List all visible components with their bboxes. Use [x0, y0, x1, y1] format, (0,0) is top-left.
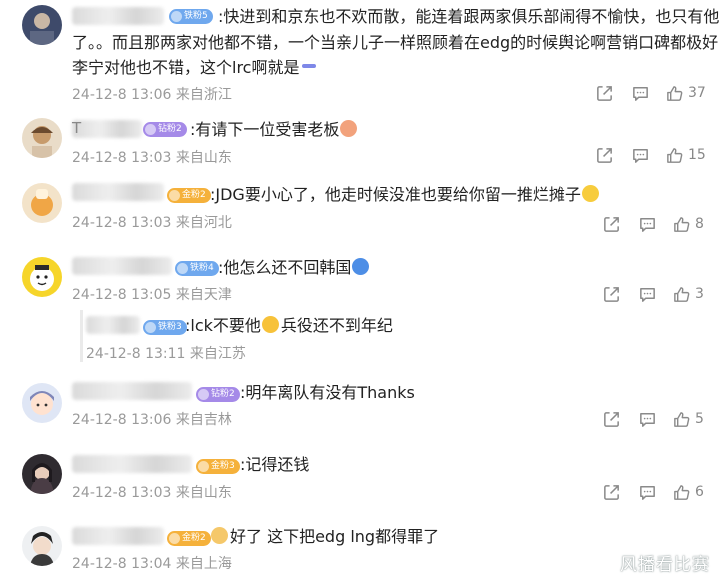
avatar[interactable]	[22, 257, 62, 297]
like-count: 5	[695, 411, 704, 427]
comment-text: :明年离队有没有Thanks	[240, 383, 415, 402]
comment-text: 了。。而且那两家对他都不错，一个当亲儿子一样照顾着在edg的时候舆论啊营销口碑都…	[72, 33, 720, 52]
comment-meta: 24-12-8 13:03 来自河北	[72, 215, 232, 231]
comment-actions: 3	[602, 283, 704, 305]
share-icon[interactable]	[602, 410, 621, 429]
like-button[interactable]: 5	[672, 410, 704, 429]
comment-actions: 8	[602, 213, 704, 235]
fan-badge: 铁粉3	[143, 320, 187, 335]
comment-item: 金粉2 好了 这下把edg lng都得罪了 24-12-8 13:04 来自上海	[0, 520, 720, 583]
username-redacted[interactable]	[72, 120, 142, 138]
like-count: 15	[688, 147, 706, 163]
reply-text: :lck不要他 兵役还不到年纪	[185, 316, 393, 335]
thumbs-up-icon	[665, 146, 684, 165]
comment-text: :记得还钱	[240, 455, 310, 474]
comment-meta: 24-12-8 13:03 来自山东	[72, 485, 232, 501]
reply-meta: 24-12-8 13:11 来自江苏	[86, 346, 246, 362]
comment-item: 铁粉4 :他怎么还不回韩国 24-12-8 13:05 来自天津 3 铁粉3 :…	[0, 250, 720, 370]
comment-text: :有请下一位受害老板	[190, 118, 358, 142]
username-redacted[interactable]	[72, 257, 172, 275]
thumbs-up-icon	[672, 483, 691, 502]
emoji-icon	[302, 64, 317, 68]
comment-meta: 24-12-8 13:06 来自浙江	[72, 87, 232, 103]
fan-badge: 钻粉2	[143, 122, 187, 137]
comment-item: 铁粉5 :快进到和京东也不欢而散，能连着跟两家俱乐部闹得不愉快，也只有他 了。。…	[0, 0, 720, 110]
username-redacted[interactable]	[72, 527, 164, 545]
comment-icon[interactable]	[631, 84, 650, 103]
avatar[interactable]	[22, 183, 62, 223]
share-icon[interactable]	[602, 483, 621, 502]
comment-icon[interactable]	[638, 410, 657, 429]
emoji-icon	[261, 316, 279, 333]
comment-icon[interactable]	[638, 285, 657, 304]
comment-actions: 6	[602, 481, 704, 503]
thumbs-up-icon	[665, 84, 684, 103]
emoji-icon	[340, 120, 358, 137]
like-count: 6	[695, 484, 704, 500]
comment-item: 金粉2 :JDG要小心了，他走时候没准也要给你留一推烂摊子 24-12-8 13…	[0, 175, 720, 240]
username-redacted[interactable]	[72, 382, 192, 400]
thumbs-up-icon	[672, 215, 691, 234]
comment-item: 钻粉2 :明年离队有没有Thanks 24-12-8 13:06 来自吉林 5	[0, 375, 720, 440]
share-icon[interactable]	[602, 215, 621, 234]
fan-badge: 铁粉4	[175, 261, 219, 276]
comment-text: 李宁对他也不错，这个lrc啊就是	[72, 56, 317, 80]
comment-actions: 37	[595, 82, 706, 104]
thumbs-up-icon	[672, 285, 691, 304]
reply-indicator	[80, 310, 83, 362]
comment-text: 好了 这下把edg lng都得罪了	[210, 525, 439, 549]
avatar[interactable]	[22, 5, 62, 45]
fan-badge: 铁粉5	[169, 9, 213, 24]
like-button[interactable]: 15	[665, 146, 706, 165]
comment-item: 金粉3 :记得还钱 24-12-8 13:03 来自山东 6	[0, 450, 720, 515]
comment-meta: 24-12-8 13:03 来自山东	[72, 150, 232, 166]
like-button[interactable]: 37	[665, 84, 706, 103]
fan-badge: 钻粉2	[196, 387, 240, 402]
thumbs-up-icon	[672, 410, 691, 429]
username-visible-initial: T	[72, 119, 82, 137]
like-button[interactable]: 3	[672, 285, 704, 304]
reply-username-redacted[interactable]	[86, 316, 140, 334]
like-count: 3	[695, 286, 704, 302]
share-icon[interactable]	[602, 285, 621, 304]
like-count: 8	[695, 216, 704, 232]
emoji-icon	[211, 527, 228, 544]
comment-meta: 24-12-8 13:05 来自天津	[72, 287, 232, 303]
comment-icon[interactable]	[638, 483, 657, 502]
comment-icon[interactable]	[631, 146, 650, 165]
comment-actions: 5	[602, 408, 704, 430]
username-redacted[interactable]	[72, 183, 164, 201]
username-redacted[interactable]	[72, 455, 192, 473]
fan-badge: 金粉2	[167, 531, 211, 546]
comment-actions: 15	[595, 144, 706, 166]
avatar[interactable]	[22, 454, 62, 494]
emoji-icon	[352, 258, 370, 275]
comment-item: T 钻粉2 :有请下一位受害老板 24-12-8 13:03 来自山东 15	[0, 110, 720, 170]
avatar[interactable]	[22, 383, 62, 423]
comment-text: :他怎么还不回韩国	[218, 256, 370, 280]
like-count: 37	[688, 85, 706, 101]
comment-text: :JDG要小心了，他走时候没准也要给你留一推烂摊子	[210, 183, 599, 207]
avatar[interactable]	[22, 118, 62, 158]
avatar[interactable]	[22, 526, 62, 566]
comment-meta: 24-12-8 13:06 来自吉林	[72, 412, 232, 428]
watermark: 风播看比赛	[620, 555, 710, 575]
comment-meta: 24-12-8 13:04 来自上海	[72, 556, 232, 572]
comment-text: :快进到和京东也不欢而散，能连着跟两家俱乐部闹得不愉快，也只有他	[218, 7, 720, 26]
username-redacted[interactable]	[72, 7, 164, 25]
share-icon[interactable]	[595, 146, 614, 165]
like-button[interactable]: 6	[672, 483, 704, 502]
fan-badge: 金粉3	[196, 459, 240, 474]
like-button[interactable]: 8	[672, 215, 704, 234]
share-icon[interactable]	[595, 84, 614, 103]
fan-badge: 金粉2	[167, 188, 211, 203]
emoji-icon	[581, 185, 599, 202]
comment-icon[interactable]	[638, 215, 657, 234]
